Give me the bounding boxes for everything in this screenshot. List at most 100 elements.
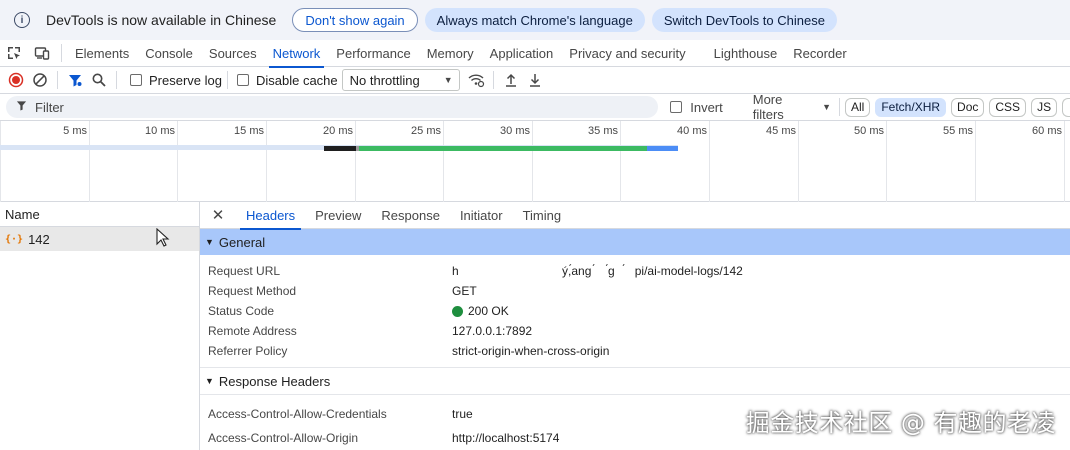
checkbox-box[interactable]	[670, 101, 683, 113]
header-row: Request Method GET	[200, 281, 1070, 301]
timeline-tick: 50 ms	[854, 121, 887, 202]
general-section-header[interactable]: ▼ General	[200, 229, 1070, 255]
header-key: Referrer Policy	[208, 344, 288, 358]
response-headers-section-header[interactable]: ▼ Response Headers	[200, 368, 1070, 394]
tab-response[interactable]: Response	[371, 202, 450, 229]
network-conditions-icon[interactable]	[464, 68, 488, 92]
header-key: Access-Control-Allow-Credentials	[208, 407, 387, 421]
tab-preview[interactable]: Preview	[305, 202, 371, 229]
chip-css[interactable]: CSS	[989, 97, 1027, 117]
invert-checkbox[interactable]: Invert	[670, 100, 723, 115]
triangle-down-icon: ▼	[205, 376, 214, 386]
tab-initiator[interactable]: Initiator	[450, 202, 513, 229]
timeline-waiting-segment	[324, 146, 356, 151]
tick-label: 10 ms	[145, 125, 175, 137]
tick-label: 50 ms	[854, 125, 884, 137]
search-icon[interactable]	[87, 68, 111, 92]
clear-icon[interactable]	[28, 68, 52, 92]
timeline-download-segment	[647, 146, 678, 151]
tick-label: 35 ms	[588, 125, 618, 137]
dont-show-again-button[interactable]: Don't show again	[292, 8, 418, 32]
tab-console[interactable]: Console	[137, 40, 201, 67]
timeline-tick: 35 ms	[588, 121, 621, 202]
chip-fetch-xhr[interactable]: Fetch/XHR	[875, 97, 947, 117]
more-filters-dropdown[interactable]: More filters ▼	[753, 92, 831, 122]
switch-to-chinese-button[interactable]: Switch DevTools to Chinese	[651, 8, 837, 32]
close-icon[interactable]: ✕	[200, 202, 236, 229]
disable-cache-checkbox[interactable]: Disable cache	[236, 72, 338, 88]
chevron-down-icon: ▼	[822, 102, 832, 112]
tick-label: 30 ms	[500, 125, 530, 137]
timeline-tick: 60 ms	[1032, 121, 1065, 202]
checkbox-box[interactable]	[130, 74, 142, 86]
chip-all[interactable]: All	[845, 97, 871, 117]
tick-label: 25 ms	[411, 125, 441, 137]
tick-label: 20 ms	[323, 125, 353, 137]
timeline-tick: 5 ms	[63, 121, 90, 202]
checkbox-box[interactable]	[236, 74, 249, 86]
language-infobar: i DevTools is now available in Chinese D…	[0, 0, 1070, 40]
status-code-value: 200 OK	[452, 304, 509, 318]
divider	[57, 71, 58, 89]
record-stop-icon[interactable]	[4, 68, 28, 92]
header-key: Request Method	[208, 284, 297, 298]
status-text: 200 OK	[468, 304, 509, 318]
chevron-down-icon: ▼	[443, 75, 453, 85]
tab-elements[interactable]: Elements	[67, 40, 137, 67]
timeline-tick: 55 ms	[943, 121, 976, 202]
tab-timing[interactable]: Timing	[513, 202, 572, 229]
tab-sources[interactable]: Sources	[201, 40, 265, 67]
tab-headers[interactable]: Headers	[236, 202, 305, 230]
always-match-language-button[interactable]: Always match Chrome's language	[424, 8, 645, 32]
header-row: Status Code 200 OK	[200, 301, 1070, 321]
details-tabs: ✕ Headers Preview Response Initiator Tim…	[200, 202, 1070, 230]
network-toolbar: Preserve log Disable cache No throttling…	[0, 67, 1070, 94]
header-value: 127.0.0.1:7892	[452, 324, 533, 338]
tick-label: 60 ms	[1032, 125, 1062, 137]
infobar-message: DevTools is now available in Chinese	[46, 12, 277, 28]
inspect-element-icon[interactable]	[0, 40, 28, 66]
header-row: Request URL h ý,́ang ́ ́g ́ pi/ai-model…	[200, 261, 1070, 281]
chip-js[interactable]: JS	[1031, 97, 1058, 117]
filter-funnel-icon	[16, 100, 27, 114]
divider	[116, 71, 117, 89]
name-column-header[interactable]: Name	[0, 202, 199, 227]
tab-performance[interactable]: Performance	[328, 40, 418, 67]
device-toolbar-icon[interactable]	[28, 40, 56, 66]
import-har-icon[interactable]	[499, 68, 523, 92]
header-key: Remote Address	[208, 324, 297, 338]
tab-recorder[interactable]: Recorder	[785, 40, 854, 67]
more-filters-label: More filters	[752, 92, 784, 122]
tab-memory[interactable]: Memory	[419, 40, 482, 67]
header-row: Remote Address 127.0.0.1:7892	[200, 321, 1070, 341]
header-value: GET	[452, 284, 477, 298]
timeline-tick: 20 ms	[323, 121, 356, 202]
tab-lighthouse[interactable]: Lighthouse	[706, 40, 786, 67]
request-name: 142	[28, 231, 50, 247]
chip-more[interactable]	[1062, 97, 1070, 117]
timeline-tick: 30 ms	[500, 121, 533, 202]
tab-privacy-security[interactable]: Privacy and security	[561, 40, 693, 67]
header-value: strict-origin-when-cross-origin	[452, 344, 610, 358]
tab-network[interactable]: Network	[265, 40, 329, 68]
chip-doc[interactable]: Doc	[951, 97, 985, 117]
filter-placeholder: Filter	[35, 99, 64, 115]
header-value: true	[452, 407, 473, 421]
timeline-tick: 40 ms	[677, 121, 710, 202]
preserve-log-checkbox[interactable]: Preserve log	[130, 73, 222, 88]
timeline-tick: 45 ms	[766, 121, 799, 202]
general-title: General	[218, 234, 266, 250]
throttling-select[interactable]: No throttling ▼	[341, 69, 460, 91]
timeline-tick: 10 ms	[145, 121, 178, 202]
tick-label: 55 ms	[943, 125, 973, 137]
header-key: Status Code	[208, 304, 275, 318]
tab-application[interactable]: Application	[482, 40, 562, 67]
filter-icon[interactable]	[63, 68, 87, 92]
timeline-overview[interactable]: 5 ms 10 ms 15 ms 20 ms 25 ms 30 ms 35 ms…	[0, 121, 1070, 202]
preserve-log-label: Preserve log	[149, 72, 222, 88]
response-headers-title: Response Headers	[218, 373, 331, 389]
filter-input[interactable]: Filter	[6, 96, 659, 118]
timeline-ttfb-segment	[359, 146, 647, 151]
export-har-icon[interactable]	[523, 68, 547, 92]
disable-cache-label: Disable cache	[255, 72, 338, 88]
